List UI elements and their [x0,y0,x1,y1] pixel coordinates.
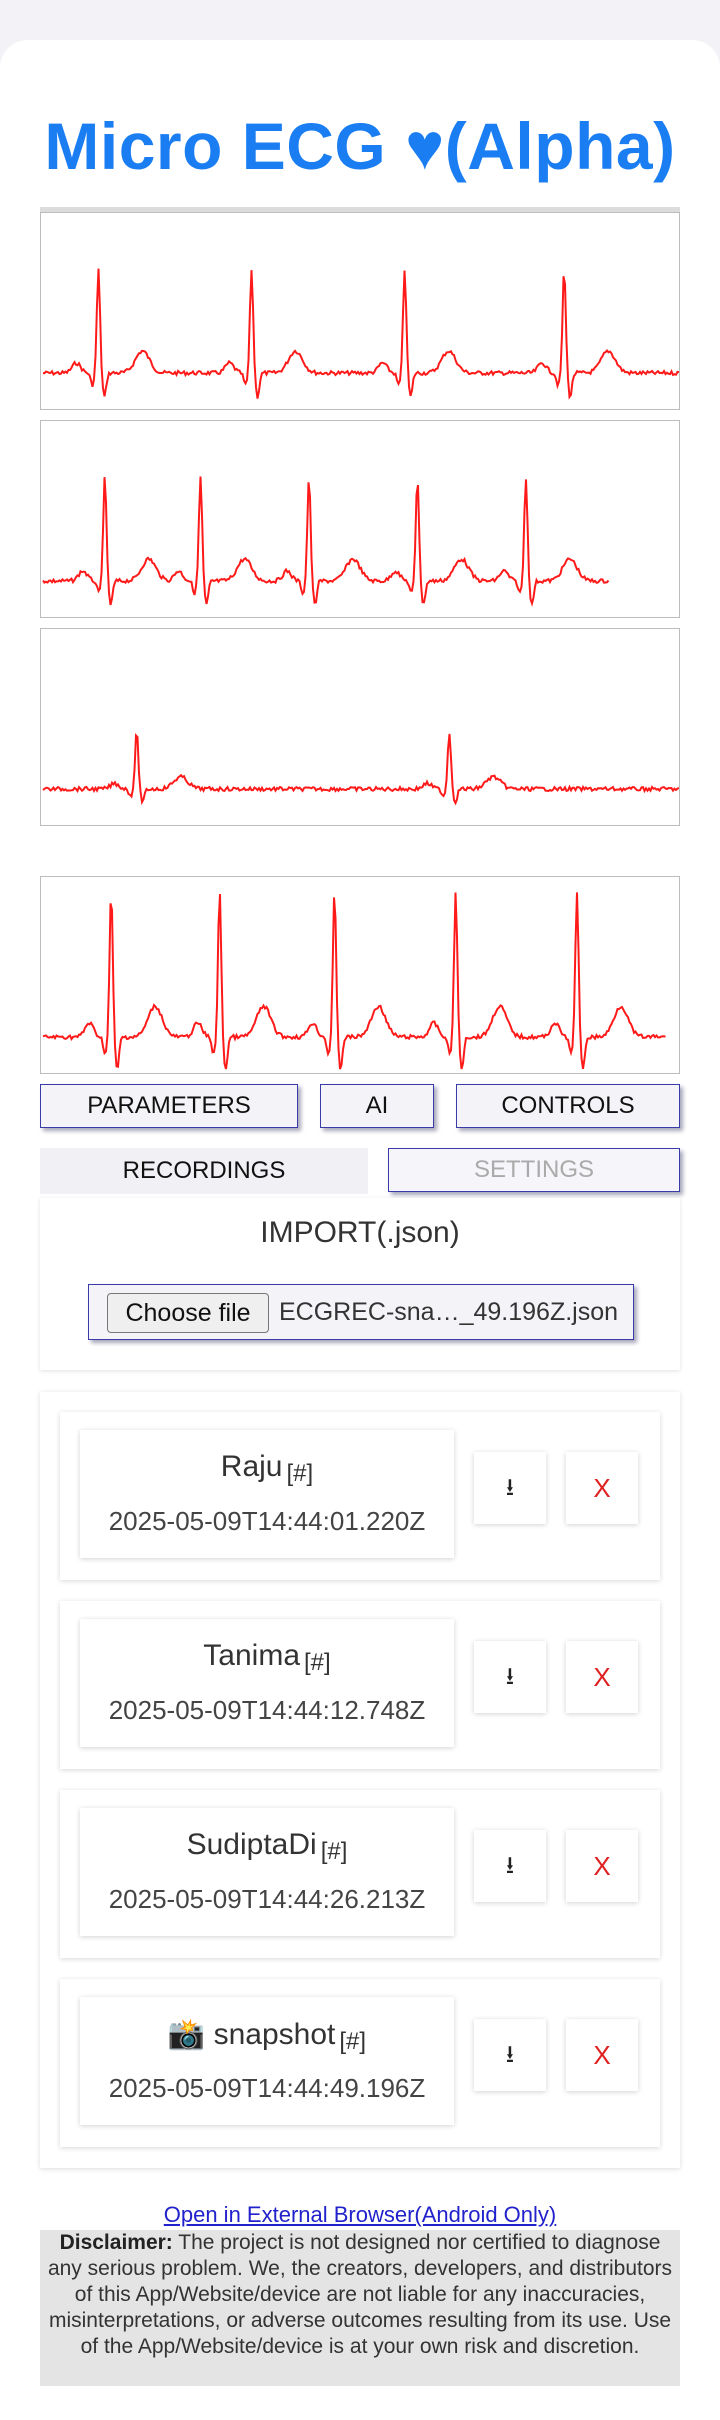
recording-info[interactable]: SudiptaDi [#] 2025-05-09T14:44:26.213Z [80,1808,454,1936]
recording-name-line: 📸 snapshot [#] [80,2017,454,2055]
recording-name-line: SudiptaDi [#] [80,1828,454,1865]
recording-timestamp: 2025-05-09T14:44:01.220Z [108,1506,426,1536]
choose-file-button[interactable]: Choose file [107,1293,269,1333]
import-title: IMPORT(.json) [260,1216,460,1249]
disclaimer-label: Disclaimer: [59,2231,173,2254]
recording-info[interactable]: 📸 snapshot [#] 2025-05-09T14:44:49.196Z [80,1997,454,2125]
file-input[interactable]: Choose file ECGREC-sna…_49.196Z.json [88,1284,634,1340]
ai-button[interactable]: AI [320,1084,434,1128]
download-button[interactable]: ⭳ [474,1452,546,1524]
download-button[interactable]: ⭳ [474,1830,546,1902]
recordings-list: Raju [#] 2025-05-09T14:44:01.220Z ⭳ X Tan… [40,1392,680,2168]
delete-button[interactable]: X [566,2019,638,2091]
download-button[interactable]: ⭳ [474,1641,546,1713]
selected-file-name: ECGREC-sna…_49.196Z.json [279,1298,619,1326]
external-browser-link[interactable]: Open in External Browser(Android Only) [0,2202,720,2228]
ecg-chart-2 [40,420,680,618]
recording-tag: [#] [304,1649,331,1676]
ecg-trace-live [42,892,666,1070]
delete-button[interactable]: X [566,1830,638,1902]
recording-info[interactable]: Tanima [#] 2025-05-09T14:44:12.748Z [80,1619,454,1747]
recording-name: Raju [220,1450,283,1483]
app-title: Micro ECG ♥(Alpha) [44,109,676,183]
tab-recordings[interactable]: RECORDINGS [40,1148,368,1194]
recording-tag: [#] [320,1838,348,1865]
list-item: 📸 snapshot [#] 2025-05-09T14:44:49.196Z ⭳… [60,1979,660,2147]
download-button[interactable]: ⭳ [474,2019,546,2091]
controls-button[interactable]: CONTROLS [456,1084,680,1128]
ecg-chart-live [40,876,680,1074]
recording-name: Tanima [203,1639,301,1672]
tab-settings[interactable]: SETTINGS [388,1148,680,1192]
recording-timestamp: 2025-05-09T14:44:12.748Z [108,1695,426,1725]
import-panel: IMPORT(.json) Choose file ECGREC-sna…_49… [40,1198,680,1370]
recording-tag: [#] [286,1460,314,1487]
recording-timestamp: 2025-05-09T14:44:49.196Z [108,2073,426,2103]
delete-button[interactable]: X [566,1452,638,1524]
list-item: SudiptaDi [#] 2025-05-09T14:44:26.213Z ⭳ … [60,1790,660,1958]
recording-name: SudiptaDi [186,1828,317,1861]
ecg-trace-1 [42,268,679,400]
recording-tag: [#] [339,2028,367,2055]
disclaimer: Disclaimer: The project is not designed … [40,2230,680,2386]
recording-name-line: Raju [#] [80,1450,454,1487]
recording-info[interactable]: Raju [#] 2025-05-09T14:44:01.220Z [80,1430,454,1558]
list-item: Tanima [#] 2025-05-09T14:44:12.748Z ⭳ X [60,1601,660,1769]
recording-timestamp: 2025-05-09T14:44:26.213Z [108,1884,426,1914]
delete-button[interactable]: X [566,1641,638,1713]
parameters-button[interactable]: PARAMETERS [40,1084,298,1128]
ecg-chart-1 [40,212,680,410]
ecg-trace-3 [42,732,679,806]
list-item: Raju [#] 2025-05-09T14:44:01.220Z ⭳ X [60,1412,660,1580]
recording-name-line: Tanima [#] [80,1639,454,1676]
recording-name: 📸 snapshot [167,2018,336,2051]
ecg-chart-3 [40,628,680,826]
ecg-trace-2 [42,476,610,607]
